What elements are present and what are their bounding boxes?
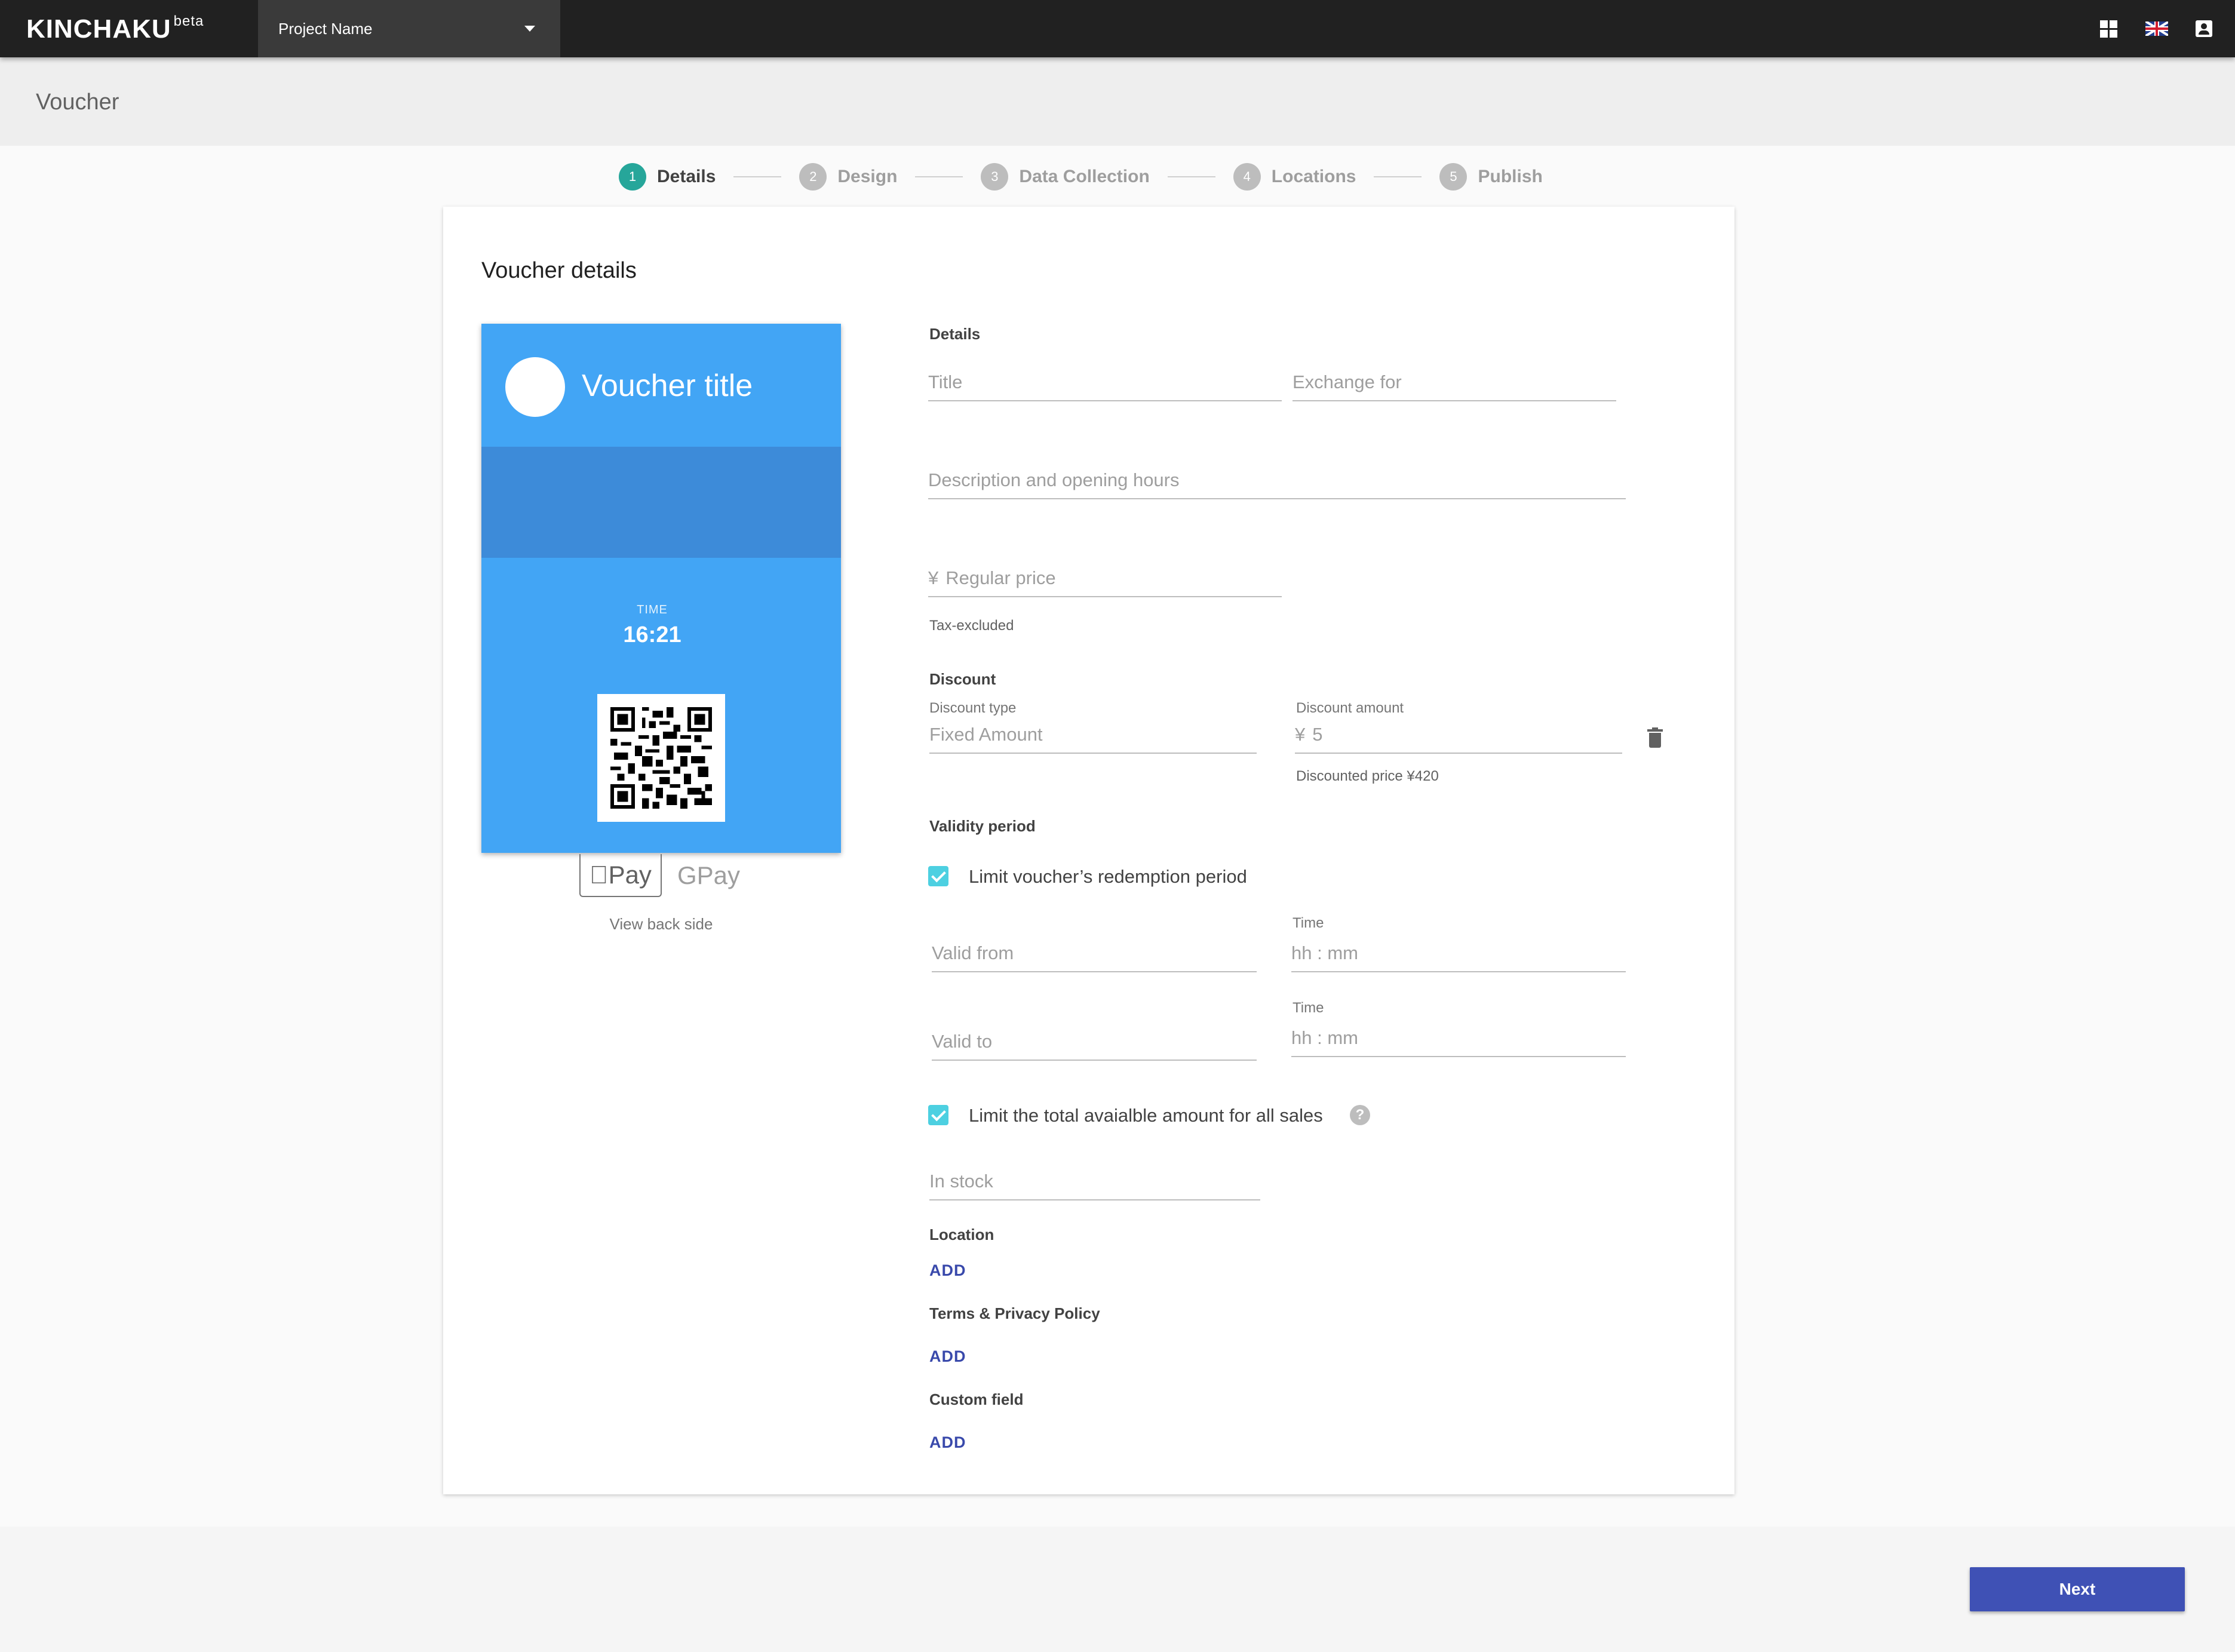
- discount-amount-label: Discount amount: [1296, 700, 1404, 716]
- valid-to-time-field[interactable]: [1291, 1019, 1626, 1057]
- stepper: 1 Details 2 Design 3 Data Collection 4 L…: [619, 162, 1543, 191]
- limit-period-label: Limit voucher’s redemption period: [969, 866, 1247, 887]
- project-selector[interactable]: Project Name: [258, 0, 560, 57]
- discount-section-label: Discount: [929, 670, 996, 688]
- trash-icon[interactable]: [1647, 727, 1663, 748]
- description-input[interactable]: [928, 469, 1626, 491]
- regular-price-field[interactable]: ¥: [928, 559, 1282, 597]
- currency-prefix: ¥: [928, 567, 939, 588]
- step-design[interactable]: 2 Design: [799, 163, 897, 191]
- exchange-for-field[interactable]: [1293, 363, 1616, 401]
- apple-icon: : [590, 861, 609, 889]
- time-label: Time: [1293, 915, 1324, 931]
- step-connector: [1374, 176, 1422, 177]
- step-label: Data Collection: [1019, 167, 1150, 186]
- voucher-time-value: 16:21: [623, 622, 681, 647]
- tax-note: Tax-excluded: [929, 618, 1014, 634]
- custom-field-section-label: Custom field: [929, 1390, 1024, 1408]
- step-connector: [915, 176, 963, 177]
- discounted-price: Discounted price ¥420: [1296, 768, 1439, 784]
- discount-type-value: Fixed Amount: [929, 724, 1043, 745]
- account-icon[interactable]: [2196, 20, 2212, 37]
- validity-section-label: Validity period: [929, 817, 1036, 835]
- step-publish[interactable]: 5 Publish: [1439, 163, 1543, 191]
- help-icon[interactable]: ?: [1350, 1105, 1370, 1125]
- in-stock-input[interactable]: [929, 1171, 1260, 1192]
- voucher-details-card: Voucher details Voucher title TIME 16:21: [443, 207, 1734, 1494]
- step-number: 5: [1439, 163, 1468, 191]
- voucher-preview-title: Voucher title: [582, 369, 753, 403]
- location-section-label: Location: [929, 1226, 994, 1243]
- discount-amount-input[interactable]: [1312, 724, 1622, 745]
- valid-to-field[interactable]: [932, 1022, 1257, 1061]
- description-field[interactable]: [928, 461, 1626, 499]
- view-back-side-link[interactable]: View back side: [481, 915, 841, 934]
- valid-from-time-field[interactable]: [1291, 934, 1626, 972]
- step-number: 2: [799, 163, 827, 191]
- title-field[interactable]: [928, 363, 1282, 401]
- step-label: Details: [657, 167, 716, 186]
- voucher-preview: Voucher title TIME 16:21: [481, 324, 841, 853]
- valid-to-time-input[interactable]: [1291, 1027, 1626, 1049]
- valid-from-input[interactable]: [932, 942, 1257, 964]
- dropdown-caret-icon: [524, 26, 535, 32]
- wallet-buttons: Pay GPay: [579, 854, 740, 897]
- regular-price-input[interactable]: [945, 567, 1282, 589]
- top-bar-actions: [2100, 20, 2212, 38]
- in-stock-field[interactable]: [929, 1162, 1260, 1200]
- limit-total-checkbox[interactable]: [928, 1105, 948, 1125]
- google-pay-label: Pay: [696, 861, 741, 889]
- google-pay-button[interactable]: GPay: [677, 861, 740, 890]
- step-details[interactable]: 1 Details: [619, 163, 716, 191]
- details-section-label: Details: [929, 325, 981, 343]
- terms-section-label: Terms & Privacy Policy: [929, 1304, 1100, 1322]
- brand-logo[interactable]: KINCHAKU beta: [26, 13, 204, 44]
- step-label: Publish: [1478, 167, 1543, 186]
- voucher-logo-placeholder: [505, 357, 565, 417]
- valid-to-input[interactable]: [932, 1031, 1257, 1052]
- step-number: 3: [981, 163, 1009, 191]
- project-selector-label: Project Name: [278, 19, 373, 38]
- google-icon: G: [677, 861, 697, 889]
- next-button[interactable]: Next: [1970, 1567, 2185, 1611]
- add-location-link[interactable]: ADD: [929, 1261, 966, 1280]
- step-label: Locations: [1271, 167, 1356, 186]
- apple-pay-button[interactable]: Pay: [579, 854, 662, 897]
- discount-amount-field[interactable]: ¥: [1295, 716, 1622, 754]
- time-label: Time: [1293, 1000, 1324, 1016]
- dashboard-icon[interactable]: [2100, 20, 2118, 38]
- page-header: Voucher: [0, 57, 2235, 146]
- card-title: Voucher details: [481, 258, 637, 283]
- qr-code: [597, 694, 725, 822]
- step-number: 4: [1233, 163, 1261, 191]
- discount-type-select[interactable]: Fixed Amount: [929, 716, 1257, 754]
- valid-from-field[interactable]: [932, 934, 1257, 972]
- add-custom-field-link[interactable]: ADD: [929, 1433, 966, 1452]
- page-title: Voucher: [36, 90, 119, 115]
- step-label: Design: [837, 167, 898, 186]
- brand-name: KINCHAKU: [26, 14, 171, 44]
- step-connector: [1167, 176, 1215, 177]
- voucher-time-label: TIME: [637, 603, 668, 616]
- step-data-collection[interactable]: 3 Data Collection: [981, 163, 1150, 191]
- add-terms-link[interactable]: ADD: [929, 1347, 966, 1366]
- uk-flag-icon[interactable]: [2145, 22, 2168, 36]
- title-input[interactable]: [928, 371, 1282, 393]
- currency-prefix: ¥: [1295, 724, 1306, 745]
- step-locations[interactable]: 4 Locations: [1233, 163, 1356, 191]
- beta-badge: beta: [173, 13, 204, 30]
- step-number: 1: [619, 163, 646, 191]
- limit-total-label: Limit the total avaialble amount for all…: [969, 1105, 1323, 1126]
- valid-from-time-input[interactable]: [1291, 942, 1626, 964]
- discount-type-label: Discount type: [929, 700, 1017, 716]
- exchange-for-input[interactable]: [1293, 371, 1616, 393]
- voucher-strip-image: [481, 447, 841, 558]
- footer-bar: [0, 1527, 2235, 1652]
- step-connector: [733, 176, 782, 177]
- top-app-bar: KINCHAKU beta Project Name: [0, 0, 2235, 57]
- limit-period-checkbox[interactable]: [928, 866, 948, 886]
- apple-pay-label: Pay: [598, 861, 652, 889]
